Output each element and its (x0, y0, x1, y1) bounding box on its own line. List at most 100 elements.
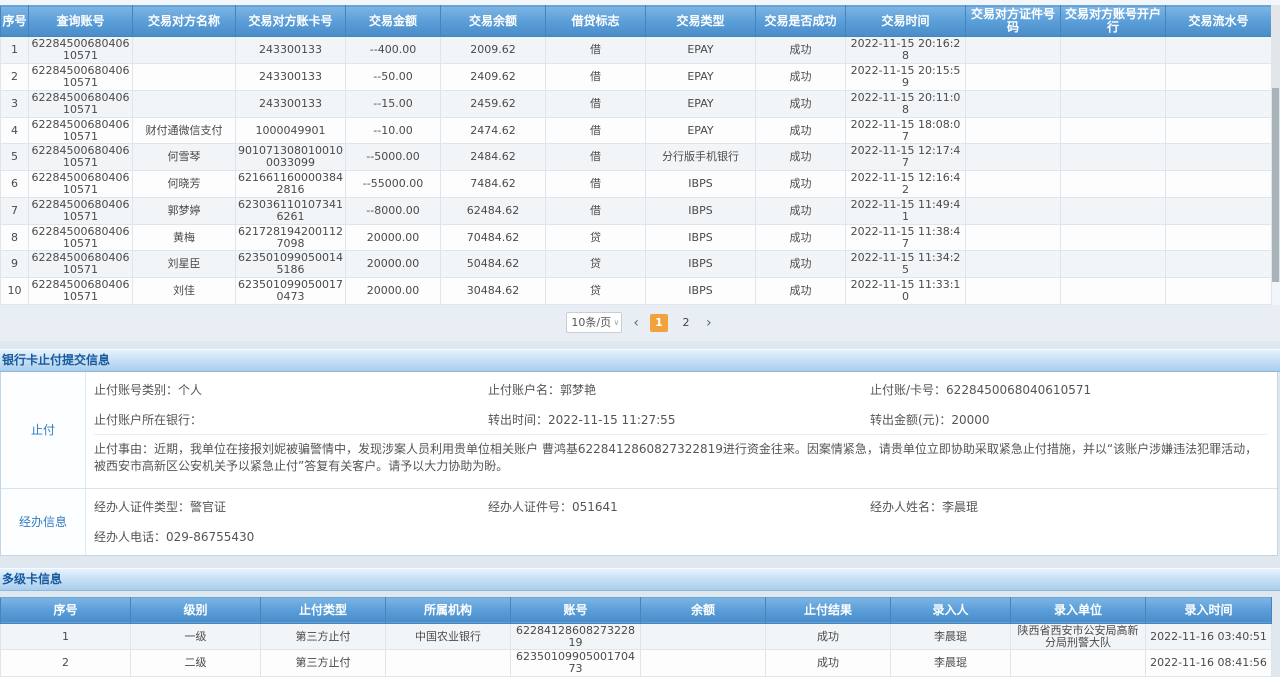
table-cell: 2459.62 (441, 90, 546, 117)
transactions-table: 序号查询账号交易对方名称交易对方账卡号交易金额交易余额借贷标志交易类型交易是否成… (0, 5, 1272, 305)
field-officer-id-number: 经办人证件号：051641 (488, 498, 870, 515)
table-cell (1166, 144, 1272, 171)
next-page-button[interactable]: › (704, 314, 714, 332)
table-cell: 2022-11-15 11:33:10 (846, 278, 966, 305)
table-cell: 借 (546, 90, 646, 117)
table-cell: 2022-11-15 11:38:47 (846, 224, 966, 251)
table-cell: 2484.62 (441, 144, 546, 171)
table-cell: 2022-11-16 08:41:56 (1146, 650, 1272, 677)
table-cell: 第三方止付 (261, 650, 386, 677)
column-header: 录入人 (891, 597, 1011, 623)
table-cell: 6217281942001127098 (236, 224, 346, 251)
table-cell: EPAY (646, 90, 756, 117)
table-cell (1061, 117, 1166, 144)
transactions-section: 序号查询账号交易对方名称交易对方账卡号交易金额交易余额借贷标志交易类型交易是否成… (0, 0, 1280, 341)
table-cell: 分行版手机银行 (646, 144, 756, 171)
table-cell: 刘佳 (133, 278, 236, 305)
stop-payment-group: 止付 止付账号类别：个人 止付账户名：郭梦艳 止付账/卡号：6228450068… (1, 372, 1277, 488)
column-header: 所属机构 (386, 597, 511, 623)
table-cell: 6230361101073416261 (236, 197, 346, 224)
table-cell: 借 (546, 197, 646, 224)
table-cell: 2022-11-16 03:40:51 (1146, 623, 1272, 650)
column-header: 序号 (1, 6, 29, 37)
table-cell: 20000.00 (346, 224, 441, 251)
table-cell: 9010713080100100033099 (236, 144, 346, 171)
table-cell: 一级 (131, 623, 261, 650)
table-cell: 2022-11-15 20:16:28 (846, 37, 966, 64)
table-cell: --10.00 (346, 117, 441, 144)
page-button-1[interactable]: 1 (650, 314, 668, 332)
table-cell: 6 (1, 171, 29, 198)
table-cell (386, 650, 511, 677)
table-cell (641, 650, 766, 677)
table-cell: 8 (1, 224, 29, 251)
officer-group-label: 经办信息 (1, 489, 86, 555)
table-cell: 10 (1, 278, 29, 305)
table-cell (966, 224, 1061, 251)
table-cell: 2 (1, 64, 29, 91)
table-cell: 借 (546, 64, 646, 91)
table-cell: 借 (546, 117, 646, 144)
page-size-value: 10条/页 (571, 316, 611, 329)
table-cell: 2022-11-15 20:15:59 (846, 64, 966, 91)
table-cell: 7484.62 (441, 171, 546, 198)
table-cell: 6235010990500170473 (236, 278, 346, 305)
column-header: 序号 (1, 597, 131, 623)
table-cell: --8000.00 (346, 197, 441, 224)
column-header: 交易是否成功 (756, 6, 846, 37)
table-cell (966, 64, 1061, 91)
table-cell: 何雪琴 (133, 144, 236, 171)
column-header: 交易对方账号开户行 (1061, 6, 1166, 37)
table-cell: 2409.62 (441, 64, 546, 91)
table-cell (1061, 144, 1166, 171)
table-cell: 6228450068040610571 (29, 278, 133, 305)
chevron-down-icon: ∨ (613, 313, 621, 332)
multi-card-table: 序号级别止付类型所属机构账号余额止付结果录入人录入单位录入时间 1一级第三方止付… (0, 597, 1272, 677)
vertical-scrollbar[interactable] (1271, 5, 1280, 282)
table-cell: 何晓芳 (133, 171, 236, 198)
column-header: 借贷标志 (546, 6, 646, 37)
table-cell: 第三方止付 (261, 623, 386, 650)
table-cell: 20000.00 (346, 251, 441, 278)
table-cell: 243300133 (236, 90, 346, 117)
table-cell: 借 (546, 37, 646, 64)
table-cell: 李晨琨 (891, 623, 1011, 650)
table-cell (1061, 197, 1166, 224)
table-cell: 6216611600003842816 (236, 171, 346, 198)
table-cell (966, 171, 1061, 198)
table-cell: 陕西省西安市公安局高新分局刑警大队 (1011, 623, 1146, 650)
table-cell: --5000.00 (346, 144, 441, 171)
table-cell: 成功 (766, 623, 891, 650)
table-cell: 黄梅 (133, 224, 236, 251)
stop-payment-group-label: 止付 (1, 372, 86, 488)
table-cell (133, 37, 236, 64)
table-cell: IBPS (646, 278, 756, 305)
field-officer-id-type: 经办人证件类型：警官证 (94, 498, 488, 515)
table-cell: 6235010990500170473 (511, 650, 641, 677)
column-header: 录入时间 (1146, 597, 1272, 623)
prev-page-button[interactable]: ‹ (631, 314, 641, 332)
table-cell: 62484.62 (441, 197, 546, 224)
column-header: 交易流水号 (1166, 6, 1272, 37)
page-size-select[interactable]: 10条/页 ∨ (566, 312, 622, 333)
table-cell: 2009.62 (441, 37, 546, 64)
table-cell (1166, 224, 1272, 251)
table-cell: 成功 (766, 650, 891, 677)
page-button-2[interactable]: 2 (677, 314, 695, 332)
table-cell: 30484.62 (441, 278, 546, 305)
table-row: 56228450068040610571何雪琴90107130801001000… (1, 144, 1272, 171)
table-cell (1061, 90, 1166, 117)
scrollbar-thumb[interactable] (1272, 88, 1279, 282)
table-cell (966, 197, 1061, 224)
table-cell: EPAY (646, 37, 756, 64)
table-cell: --15.00 (346, 90, 441, 117)
table-cell (641, 623, 766, 650)
table-cell: 6228450068040610571 (29, 224, 133, 251)
column-header: 交易类型 (646, 6, 756, 37)
table-cell: 7 (1, 197, 29, 224)
table-cell: --50.00 (346, 64, 441, 91)
table-cell: 2022-11-15 11:34:25 (846, 251, 966, 278)
table-cell: 成功 (756, 64, 846, 91)
field-account-bank: 止付账户所在银行： (94, 411, 488, 428)
table-cell (1061, 251, 1166, 278)
